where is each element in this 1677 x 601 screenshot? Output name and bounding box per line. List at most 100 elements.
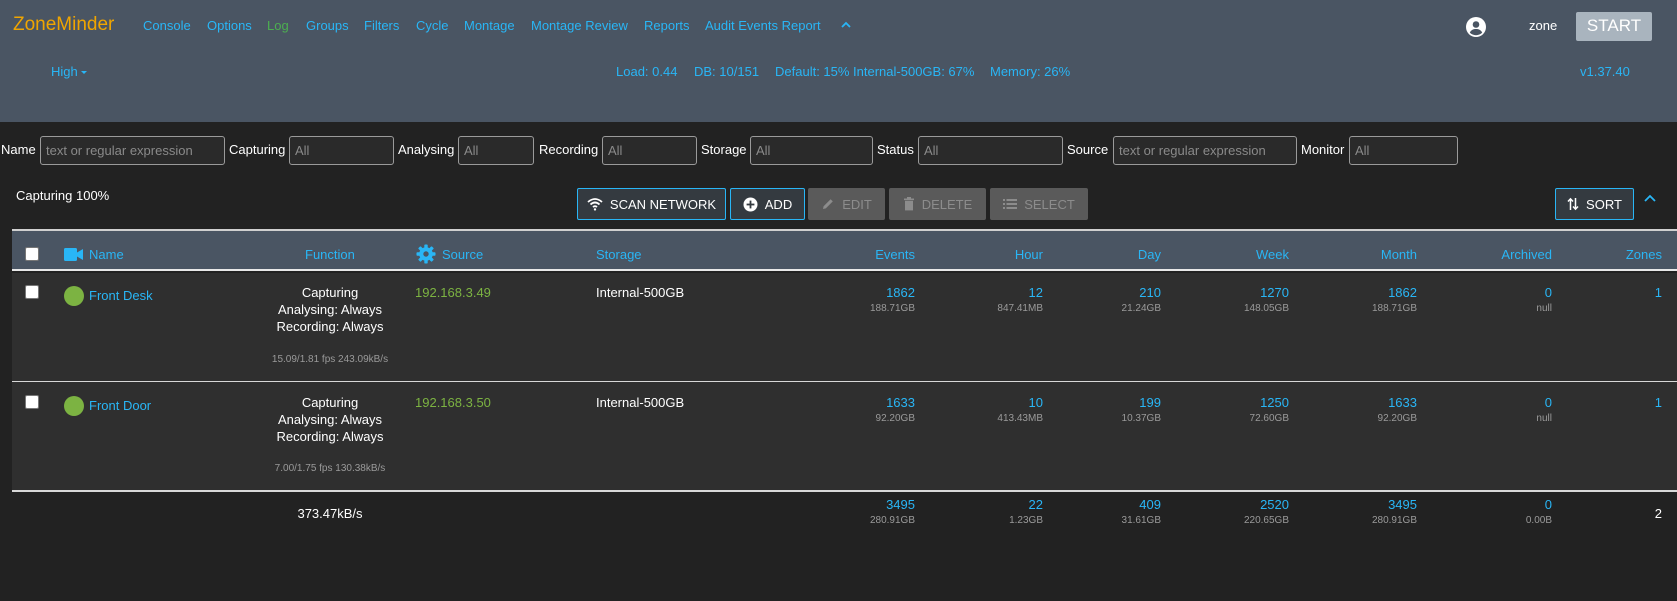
filter-storage-select[interactable] (750, 136, 873, 165)
monitor-table-header: Name Function Source Storage Events Hour… (12, 229, 1677, 271)
events-size: 92.20GB (875, 413, 915, 424)
filter-analysing-select[interactable] (458, 136, 534, 165)
filter-source-input[interactable] (1113, 136, 1297, 165)
wifi-icon (587, 198, 603, 211)
add-button[interactable]: ADD (730, 188, 805, 220)
nav-cycle[interactable]: Cycle (416, 18, 449, 33)
edit-label: EDIT (842, 196, 872, 212)
filter-status-select[interactable] (918, 136, 1063, 165)
total-hour-count[interactable]: 22 (1029, 497, 1043, 512)
function-capturing: Capturing (301, 395, 359, 410)
week-count[interactable]: 1270 (1260, 285, 1289, 300)
col-function[interactable]: Function (305, 247, 355, 262)
nav-options[interactable]: Options (207, 18, 252, 33)
nav-montage-review[interactable]: Montage Review (531, 18, 628, 33)
scan-network-button[interactable]: SCAN NETWORK (577, 188, 726, 220)
filter-capturing-select[interactable] (289, 136, 394, 165)
archived-count[interactable]: 0 (1545, 395, 1552, 410)
table-row[interactable]: Front Door Capturing Analysing: Always R… (12, 382, 1677, 491)
col-week[interactable]: Week (1256, 247, 1289, 262)
col-hour[interactable]: Hour (1015, 247, 1043, 262)
events-size: 188.71GB (869, 303, 915, 314)
sort-label: SORT (1586, 196, 1622, 212)
collapse-chevron-up-icon[interactable] (1641, 190, 1659, 208)
total-zones-count: 2 (1654, 506, 1662, 521)
nav-montage[interactable]: Montage (464, 18, 515, 33)
total-day-count[interactable]: 409 (1139, 497, 1161, 512)
chevron-up-icon[interactable] (837, 16, 855, 34)
delete-label: DELETE (921, 196, 973, 212)
col-archived[interactable]: Archived (1501, 247, 1552, 262)
status-indicator (64, 396, 84, 416)
day-size: 21.24GB (1121, 303, 1161, 314)
col-month[interactable]: Month (1381, 247, 1417, 262)
select-label: SELECT (1024, 196, 1075, 212)
total-month-count[interactable]: 3495 (1388, 497, 1417, 512)
total-bandwidth: 373.47kB/s (297, 506, 363, 521)
monitor-name-link[interactable]: Front Door (89, 398, 151, 413)
total-week-count[interactable]: 2520 (1260, 497, 1289, 512)
filter-source-label: Source (1067, 142, 1109, 157)
function-analysing: Analysing: Always (277, 302, 383, 317)
total-archived-count[interactable]: 0 (1545, 497, 1552, 512)
total-day-size: 31.61GB (1121, 515, 1161, 526)
bandwidth-dropdown[interactable]: High (51, 64, 87, 79)
filter-status-label: Status (877, 142, 914, 157)
day-count[interactable]: 210 (1139, 285, 1161, 300)
monitor-function[interactable]: Capturing Analysing: Always Recording: A… (240, 284, 420, 335)
hour-count[interactable]: 12 (1029, 285, 1043, 300)
col-source[interactable]: Source (442, 247, 483, 262)
total-archived-size: 0.00B (1525, 515, 1552, 526)
zones-count[interactable]: 1 (1655, 395, 1662, 410)
col-name[interactable]: Name (89, 247, 124, 262)
sort-button[interactable]: SORT (1555, 188, 1634, 220)
nav-reports[interactable]: Reports (644, 18, 690, 33)
row-checkbox[interactable] (25, 285, 39, 299)
events-count[interactable]: 1633 (886, 395, 915, 410)
nav-filters[interactable]: Filters (364, 18, 399, 33)
account-circle-icon[interactable] (1464, 15, 1488, 39)
month-count[interactable]: 1633 (1388, 395, 1417, 410)
table-row[interactable]: Front Desk Capturing Analysing: Always R… (12, 273, 1677, 382)
monitor-source-link[interactable]: 192.168.3.50 (415, 395, 491, 410)
edit-button[interactable]: EDIT (808, 188, 885, 220)
app-logo[interactable]: ZoneMinder (13, 14, 114, 36)
total-month-size: 280.91GB (1371, 515, 1417, 526)
events-count[interactable]: 1862 (886, 285, 915, 300)
add-label: ADD (764, 196, 793, 212)
bandwidth-value: High (51, 64, 78, 79)
nav-console[interactable]: Console (143, 18, 191, 33)
monitor-fps: 15.09/1.81 fps 243.09kB/s (271, 354, 389, 365)
week-count[interactable]: 1250 (1260, 395, 1289, 410)
username-label[interactable]: zone (1529, 18, 1557, 33)
month-count[interactable]: 1862 (1388, 285, 1417, 300)
function-recording: Recording: Always (276, 429, 384, 444)
filter-recording-select[interactable] (602, 136, 697, 165)
nav-log[interactable]: Log (267, 18, 289, 33)
row-checkbox[interactable] (25, 395, 39, 409)
col-zones[interactable]: Zones (1626, 247, 1662, 262)
delete-button[interactable]: DELETE (889, 188, 986, 220)
filter-monitor-select[interactable] (1349, 136, 1458, 165)
archived-size: null (1536, 303, 1552, 314)
archived-size: null (1536, 413, 1552, 424)
total-events-count[interactable]: 3495 (886, 497, 915, 512)
select-all-checkbox[interactable] (25, 247, 39, 261)
select-button[interactable]: SELECT (990, 188, 1088, 220)
hour-count[interactable]: 10 (1029, 395, 1043, 410)
monitor-function[interactable]: Capturing Analysing: Always Recording: A… (240, 394, 420, 445)
trash-icon (903, 197, 914, 211)
nav-audit-events-report[interactable]: Audit Events Report (705, 18, 821, 33)
zones-count[interactable]: 1 (1655, 285, 1662, 300)
col-day[interactable]: Day (1138, 247, 1161, 262)
nav-groups[interactable]: Groups (306, 18, 349, 33)
col-storage[interactable]: Storage (596, 247, 642, 262)
filter-recording-label: Recording (539, 142, 599, 157)
day-count[interactable]: 199 (1139, 395, 1161, 410)
monitor-name-link[interactable]: Front Desk (89, 288, 153, 303)
col-events[interactable]: Events (875, 247, 915, 262)
monitor-source-link[interactable]: 192.168.3.49 (415, 285, 491, 300)
start-button[interactable]: START (1576, 12, 1652, 41)
archived-count[interactable]: 0 (1545, 285, 1552, 300)
filter-name-input[interactable] (40, 136, 225, 165)
